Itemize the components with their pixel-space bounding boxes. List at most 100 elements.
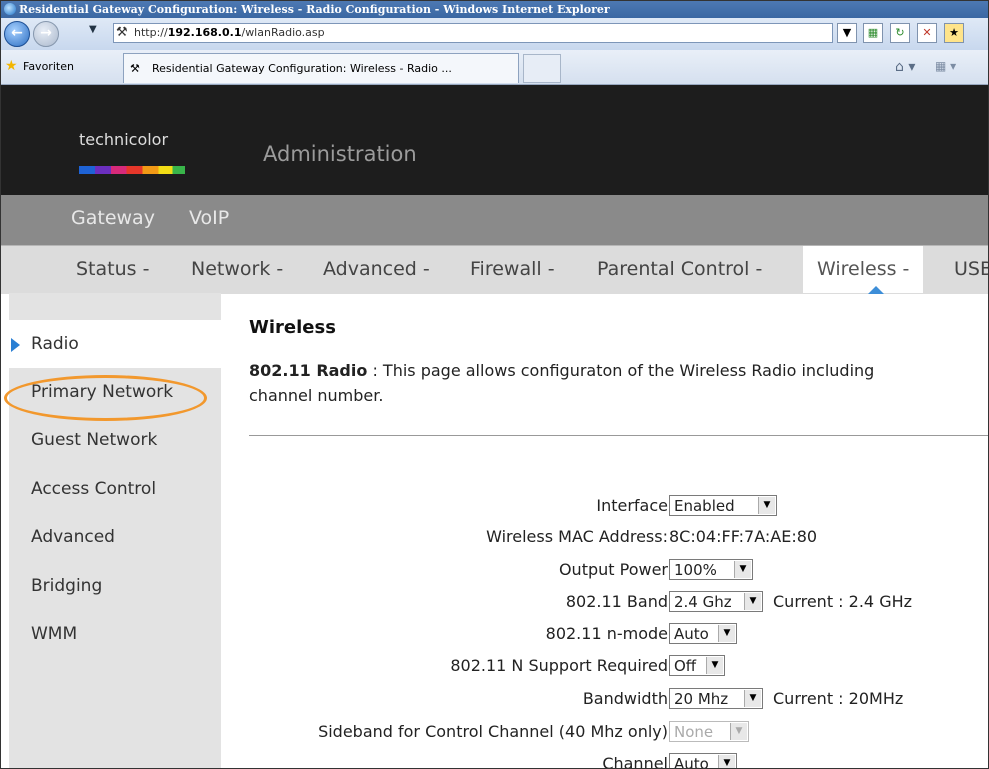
sidebar-item-label: Advanced [31,527,115,547]
address-dropdown-button[interactable]: ▼ [837,23,857,43]
nav-advanced[interactable]: Advanced - [323,258,430,280]
band-select[interactable]: 2.4 Ghz ▼ [669,591,763,612]
technicolor-logo-text: technicolor [79,130,169,149]
sidebar-item-label: Bridging [31,576,103,596]
chevron-down-icon: ▼ [718,625,735,642]
output-power-label: Output Power [558,560,668,579]
address-input[interactable]: ⚒ http://192.168.0.1/wlanRadio.asp [113,23,833,43]
sidebar-item-label: Guest Network [31,430,158,450]
channel-label: Channel [602,754,668,769]
sidebar-item-advanced[interactable]: Advanced [9,513,221,561]
nav-usb[interactable]: USB [954,258,988,280]
nav-wireless[interactable]: Wireless - [803,246,924,293]
sideband-select[interactable]: None ▼ [669,721,749,742]
forward-button[interactable]: → [33,21,59,47]
ie-logo-icon [4,3,16,15]
nmode-value: Auto [674,625,709,643]
mac-value: 8C:04:FF:7A:AE:80 [669,527,818,546]
new-tab-button[interactable] [523,54,561,83]
chevron-down-icon: ▼ [718,755,735,768]
sidebar-item-bridging[interactable]: Bridging [9,562,221,610]
sideband-row: Sideband for Control Channel (40 Mhz onl… [247,718,988,748]
url-path: /wlanRadio.asp [241,26,325,39]
bandwidth-row: Bandwidth 20 Mhz ▼ Current : 20MHz [247,685,988,715]
chevron-down-icon: ▼ [734,561,751,578]
sidebar-item-label: Radio [31,334,79,354]
sidebar-item-radio[interactable]: Radio [9,320,221,368]
bandwidth-value: 20 Mhz [674,690,729,708]
divider [249,435,988,436]
window-title: Residential Gateway Configuration: Wirel… [19,3,610,16]
refresh-icon[interactable]: ↻ [890,23,910,43]
nsupport-value: Off [674,657,697,675]
sidebar-item-access-control[interactable]: Access Control [9,465,221,513]
url-host: 192.168.0.1 [167,26,242,39]
sidebar: Radio Primary Network Guest Network Acce… [4,293,221,768]
window-title-bar: Residential Gateway Configuration: Wirel… [1,1,988,18]
active-arrow-icon [11,338,20,352]
router-header: technicolor Administration [1,85,988,195]
nav-parental-control[interactable]: Parental Control - [597,258,762,280]
nmode-row: 802.11 n-mode Auto ▼ [247,620,988,650]
secondary-nav: Status - Network - Advanced - Firewall -… [1,245,988,294]
sidebar-item-wmm[interactable]: WMM [9,610,221,658]
interface-select[interactable]: Enabled ▼ [669,495,777,516]
page-title: Wireless [249,317,336,338]
header-title: Administration [263,142,417,166]
nav-gateway[interactable]: Gateway [71,207,155,229]
channel-select[interactable]: Auto ▼ [669,753,737,768]
chevron-down-icon: ▼ [744,593,761,610]
nsupport-select[interactable]: Off ▼ [669,655,725,676]
address-bar-row: ← → ▼ ⚒ http://192.168.0.1/wlanRadio.asp … [1,18,988,50]
url-prefix: http:// [134,26,168,39]
nav-voip[interactable]: VoIP [189,207,229,229]
history-dropdown-icon[interactable]: ▼ [89,24,97,35]
browser-tab-active[interactable]: ⚒ Residential Gateway Configuration: Wire… [123,53,519,83]
favorites-button[interactable]: Favoriten [23,60,74,73]
chevron-down-icon: ▼ [758,497,775,514]
sidebar-item-label: Access Control [31,479,157,499]
band-label: 802.11 Band [565,592,668,611]
output-power-value: 100% [674,561,717,579]
band-row: 802.11 Band 2.4 Ghz ▼ Current : 2.4 GHz [247,588,988,618]
description-line-1: : This page allows configuraton of the W… [367,361,875,380]
orange-highlight-circle [4,375,207,421]
favorites-bar: ★ Favoriten ⚒ Residential Gateway Configu… [1,50,988,85]
technicolor-logo-icon [79,166,185,174]
sidebar-item-primary-network[interactable]: Primary Network [4,368,221,421]
home-icon[interactable]: ⌂ ▾ [895,59,915,75]
band-value: 2.4 Ghz [674,593,732,611]
primary-nav: Gateway VoIP [1,195,988,245]
stop-icon[interactable]: ✕ [917,23,937,43]
feeds-icon[interactable]: ▦ ▾ [935,59,956,73]
compatibility-view-icon[interactable]: ▦ [863,23,883,43]
interface-value: Enabled [674,497,735,515]
chevron-down-icon: ▼ [706,657,723,674]
interface-row: Interface Enabled ▼ [247,492,988,522]
output-power-select[interactable]: 100% ▼ [669,559,753,580]
mac-row: Wireless MAC Address: 8C:04:FF:7A:AE:80 [247,523,988,553]
sideband-value: None [674,723,714,741]
sidebar-item-guest-network[interactable]: Guest Network [9,416,221,464]
tab-title: Residential Gateway Configuration: Wirel… [152,62,452,75]
page-description: 802.11 Radio : This page allows configur… [249,358,988,408]
chevron-down-icon: ▼ [744,690,761,707]
bandwidth-current: Current : 20MHz [773,689,904,708]
chevron-down-icon: ▼ [730,723,747,740]
nav-network[interactable]: Network - [191,258,283,280]
mac-label: Wireless MAC Address: [486,527,668,546]
bandwidth-select[interactable]: 20 Mhz ▼ [669,688,763,709]
back-button[interactable]: ← [4,21,30,47]
description-heading: 802.11 Radio [249,361,368,380]
search-provider-icon[interactable]: ★ [944,23,964,43]
channel-row: Channel Auto ▼ [247,750,988,769]
browser-window: Residential Gateway Configuration: Wirel… [0,0,989,769]
nav-status[interactable]: Status - [76,258,149,280]
interface-label: Interface [596,496,668,515]
bandwidth-label: Bandwidth [582,689,668,708]
tools-icon: ⚒ [130,62,140,75]
sidebar-item-label: WMM [31,624,78,644]
nav-firewall[interactable]: Firewall - [470,258,555,280]
favorites-star-icon[interactable]: ★ [5,58,18,74]
nmode-select[interactable]: Auto ▼ [669,623,737,644]
